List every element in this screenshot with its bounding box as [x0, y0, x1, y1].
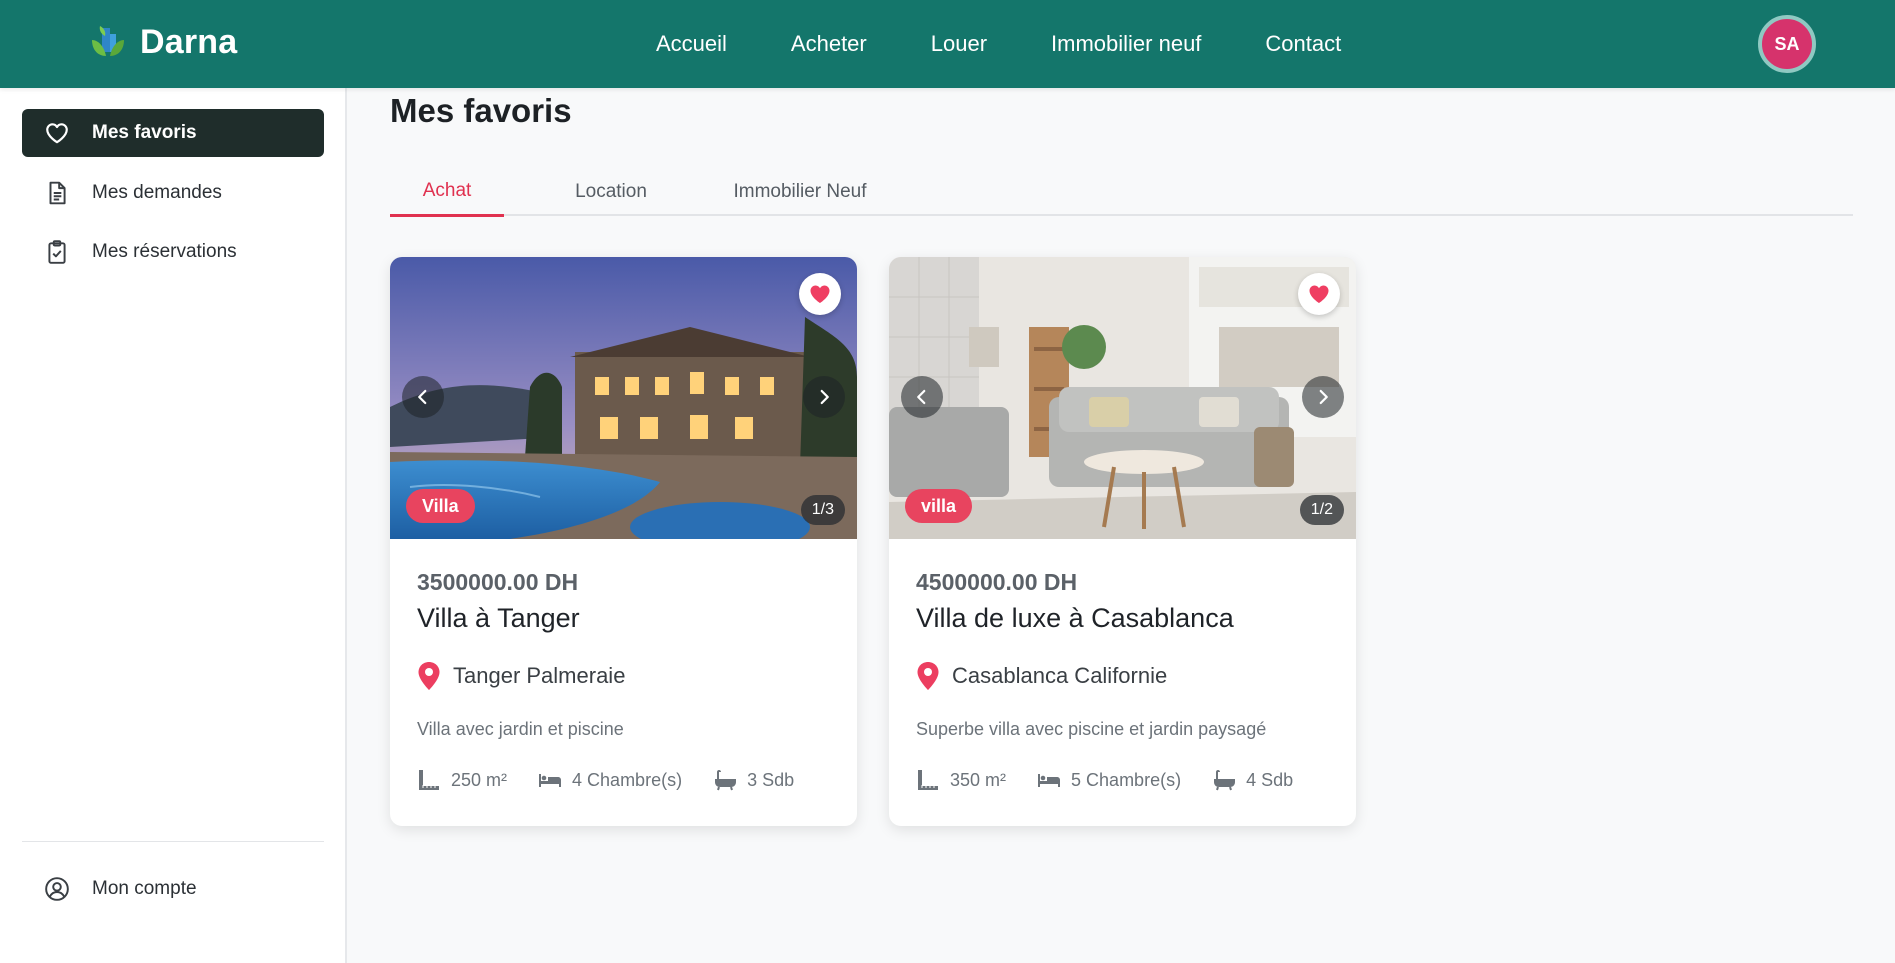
- listing-description: Villa avec jardin et piscine: [417, 719, 624, 739]
- clipboard-check-icon: [48, 240, 66, 264]
- listing-card[interactable]: Villa 1/3 3500000.00 DH Villa à Tanger T…: [390, 257, 857, 826]
- bed-icon: [1038, 774, 1061, 787]
- feature-area: 250 m²: [417, 768, 507, 792]
- chevron-right-icon: [820, 389, 829, 405]
- bed-icon: [539, 774, 562, 787]
- heart-icon: [46, 123, 68, 144]
- tab-location[interactable]: Location: [544, 168, 678, 216]
- bathtub-icon: [715, 770, 737, 791]
- property-type-badge: Villa: [406, 489, 475, 523]
- heart-filled-icon: [810, 285, 830, 303]
- ruler-icon: [419, 770, 439, 790]
- chevron-left-icon: [917, 389, 926, 405]
- sidebar-item-reservations[interactable]: Mes réservations: [22, 228, 324, 276]
- feature-baths: 4 Sdb: [1212, 768, 1293, 792]
- tab-bar: Achat Location Immobilier Neuf: [390, 168, 1853, 217]
- sidebar-item-favoris[interactable]: Mes favoris: [22, 109, 324, 157]
- listing-location: Casablanca Californie: [916, 661, 1167, 691]
- map-pin-icon: [917, 662, 939, 690]
- brand-name: Darna: [140, 22, 238, 61]
- tab-immobilier-neuf[interactable]: Immobilier Neuf: [720, 168, 880, 216]
- feature-baths-text: 3 Sdb: [747, 769, 795, 790]
- listing-photo: Villa 1/3: [390, 257, 857, 539]
- heart-filled-icon: [1309, 285, 1329, 303]
- listing-title[interactable]: Villa de luxe à Casablanca: [916, 603, 1234, 634]
- user-circle-icon: [45, 877, 69, 901]
- document-icon: [49, 181, 66, 205]
- feature-area-text: 250 m²: [451, 769, 508, 790]
- photo-counter: 1/3: [800, 495, 845, 525]
- listing-features: 350 m² 5 Chambre(s) 4 Sdb: [916, 768, 1324, 792]
- nav-louer[interactable]: Louer: [931, 31, 987, 57]
- nav-accueil[interactable]: Accueil: [656, 31, 727, 57]
- listing-description: Superbe villa avec piscine et jardin pay…: [916, 719, 1267, 739]
- photo-next-button[interactable]: [803, 376, 845, 418]
- chevron-right-icon: [1319, 389, 1328, 405]
- nav-immobilier-neuf[interactable]: Immobilier neuf: [1051, 31, 1201, 57]
- map-pin-icon: [418, 662, 440, 690]
- listing-location: Tanger Palmeraie: [417, 661, 625, 691]
- page-title: Mes favoris: [390, 92, 572, 129]
- listing-price: 4500000.00 DH: [916, 569, 1078, 595]
- listing-title[interactable]: Villa à Tanger: [417, 603, 580, 634]
- listing-photo: villa 1/2: [889, 257, 1356, 539]
- feature-rooms-text: 4 Chambre(s): [572, 769, 683, 790]
- sidebar-item-demandes[interactable]: Mes demandes: [22, 169, 324, 217]
- feature-baths: 3 Sdb: [713, 768, 794, 792]
- chevron-left-icon: [418, 389, 427, 405]
- sidebar-item-label: Mon compte: [92, 878, 197, 899]
- listing-features: 250 m² 4 Chambre(s) 3 Sdb: [417, 768, 825, 792]
- tab-achat[interactable]: Achat: [390, 168, 504, 217]
- top-navbar: Darna Accueil Acheter Louer Immobilier n…: [0, 0, 1895, 88]
- ruler-icon: [918, 770, 938, 790]
- favorite-button[interactable]: [1298, 273, 1340, 315]
- sidebar-divider: [22, 841, 324, 842]
- sidebar-item-label: Mes favoris: [92, 122, 197, 143]
- favorite-button[interactable]: [799, 273, 841, 315]
- feature-baths-text: 4 Sdb: [1246, 769, 1294, 790]
- nav-contact[interactable]: Contact: [1265, 31, 1341, 57]
- nav-acheter[interactable]: Acheter: [791, 31, 867, 57]
- feature-area-text: 350 m²: [950, 769, 1007, 790]
- darna-logo-icon: [92, 26, 124, 56]
- bathtub-icon: [1214, 770, 1236, 791]
- photo-next-button[interactable]: [1302, 376, 1344, 418]
- sidebar-item-label: Mes réservations: [92, 241, 237, 262]
- feature-rooms-text: 5 Chambre(s): [1071, 769, 1182, 790]
- feature-rooms: 4 Chambre(s): [538, 768, 682, 792]
- property-type-badge: villa: [905, 489, 973, 523]
- user-avatar[interactable]: SA: [1758, 15, 1816, 73]
- feature-area: 350 m²: [916, 768, 1006, 792]
- listing-location-text: Tanger Palmeraie: [453, 663, 626, 688]
- sidebar-item-label: Mes demandes: [92, 182, 222, 203]
- listing-location-text: Casablanca Californie: [952, 663, 1168, 688]
- photo-prev-button[interactable]: [901, 376, 943, 418]
- sidebar: Mes favoris Mes demandes Mes réservation…: [0, 88, 347, 963]
- photo-counter: 1/2: [1299, 495, 1344, 525]
- brand[interactable]: Darna: [88, 22, 237, 62]
- listing-card[interactable]: villa 1/2 4500000.00 DH Villa de luxe à …: [889, 257, 1356, 826]
- feature-rooms: 5 Chambre(s): [1037, 768, 1181, 792]
- sidebar-item-account[interactable]: Mon compte: [22, 865, 324, 913]
- main-nav: Accueil Acheter Louer Immobilier neuf Co…: [656, 0, 1405, 88]
- photo-prev-button[interactable]: [402, 376, 444, 418]
- listing-price: 3500000.00 DH: [417, 569, 579, 595]
